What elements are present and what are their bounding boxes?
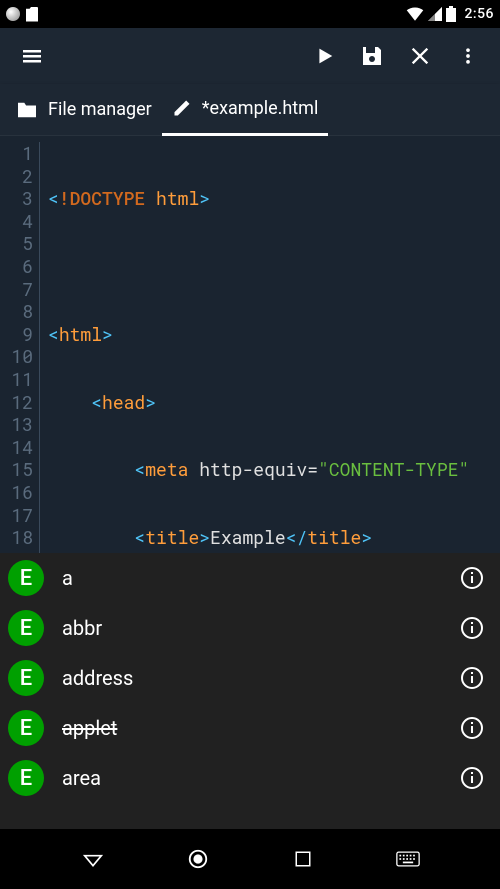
tab-current-file[interactable]: *example.html: [162, 84, 329, 136]
info-icon[interactable]: [460, 716, 484, 740]
autocomplete-label: a: [62, 566, 460, 590]
run-button[interactable]: [300, 32, 348, 80]
menu-button[interactable]: [8, 32, 56, 80]
save-button[interactable]: [348, 32, 396, 80]
tab-row: File manager *example.html: [0, 84, 500, 136]
clock: 2:56: [464, 6, 494, 22]
signal-icon: [428, 7, 442, 21]
square-icon: [294, 850, 312, 868]
element-badge-icon: E: [8, 710, 44, 746]
autocomplete-item-abbr[interactable]: E abbr: [0, 603, 500, 653]
back-button[interactable]: [73, 839, 113, 879]
sd-card-icon: [26, 7, 38, 22]
overflow-button[interactable]: [444, 32, 492, 80]
autocomplete-label: applet: [62, 716, 460, 740]
code-area[interactable]: <!DOCTYPE html> <html> <head> <meta http…: [40, 142, 469, 553]
autocomplete-item-area[interactable]: E area: [0, 753, 500, 803]
info-icon[interactable]: [460, 666, 484, 690]
tab-current-file-label: *example.html: [202, 98, 319, 119]
notification-icon: [6, 7, 20, 21]
app-bar: [0, 28, 500, 84]
keyboard-button[interactable]: [388, 839, 428, 879]
element-badge-icon: E: [8, 760, 44, 796]
autocomplete-label: abbr: [62, 616, 460, 640]
info-icon[interactable]: [460, 566, 484, 590]
home-icon: [187, 848, 209, 870]
close-button[interactable]: [396, 32, 444, 80]
more-vert-icon: [458, 46, 478, 66]
element-badge-icon: E: [8, 660, 44, 696]
play-icon: [313, 45, 335, 67]
autocomplete-item-applet[interactable]: E applet: [0, 703, 500, 753]
autocomplete-popup: E a E abbr E address E applet E area: [0, 553, 500, 829]
element-badge-icon: E: [8, 560, 44, 596]
autocomplete-item-address[interactable]: E address: [0, 653, 500, 703]
close-icon: [409, 45, 431, 67]
keyboard-icon: [396, 850, 420, 868]
wifi-icon: [406, 7, 424, 21]
android-nav-bar: [0, 829, 500, 889]
folder-icon: [16, 101, 38, 119]
hamburger-icon: [20, 44, 44, 68]
home-button[interactable]: [178, 839, 218, 879]
autocomplete-label: area: [62, 766, 460, 790]
battery-icon: [446, 6, 456, 22]
info-icon[interactable]: [460, 766, 484, 790]
back-icon: [83, 849, 103, 869]
info-icon[interactable]: [460, 616, 484, 640]
save-icon: [360, 44, 384, 68]
element-badge-icon: E: [8, 610, 44, 646]
recents-button[interactable]: [283, 839, 323, 879]
autocomplete-item-a[interactable]: E a: [0, 553, 500, 603]
tab-file-manager-label: File manager: [48, 99, 152, 120]
tab-file-manager[interactable]: File manager: [6, 84, 162, 136]
autocomplete-label: address: [62, 666, 460, 690]
screen: 2:56 File manager *example.html: [0, 0, 500, 889]
gutter: 123 456 789 101112 131415 161718: [0, 142, 40, 553]
status-bar: 2:56: [0, 0, 500, 28]
code-editor[interactable]: 123 456 789 101112 131415 161718 <!DOCTY…: [0, 136, 500, 553]
pencil-icon: [172, 98, 192, 118]
